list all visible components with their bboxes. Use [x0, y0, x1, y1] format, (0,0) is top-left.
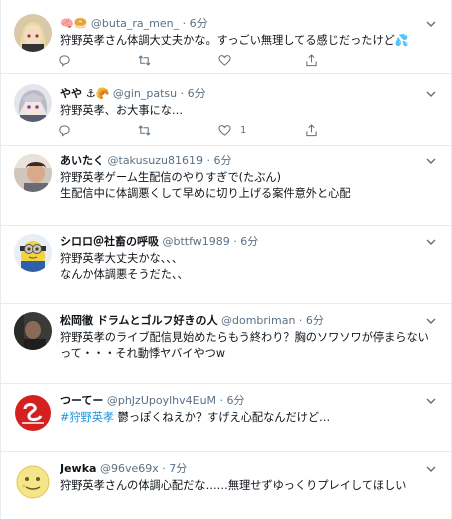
retweet-button[interactable] [138, 124, 151, 138]
display-name[interactable]: Jewka [60, 462, 96, 475]
separator: · [177, 87, 188, 100]
tweet-text-segment: 鬱っぽくねえか？すげえ心配なんだけど… [114, 411, 331, 424]
tweet[interactable]: Jewka @96ve69x · 7分 狩野英孝さんの体調心配だな……無理せずゆ… [1, 452, 451, 519]
retweet-icon [138, 125, 151, 136]
separator: · [229, 235, 241, 248]
handle[interactable]: @gin_patsu [113, 87, 177, 100]
avatar[interactable] [14, 394, 52, 432]
avatar[interactable] [14, 14, 52, 52]
share-button[interactable] [305, 124, 318, 138]
retweet-icon [138, 55, 151, 66]
share-icon [306, 124, 317, 137]
reply-icon [59, 55, 70, 67]
tweet-text: 狩野英孝ゲーム生配信のやりすぎで(たぶん) 生配信中に体調悪くして早めに切り上げ… [60, 170, 441, 202]
timestamp[interactable]: 6分 [214, 154, 232, 167]
like-button[interactable]: 1 [218, 124, 246, 138]
display-name[interactable]: 松岡徹 ドラムとゴルフ好きの人 [60, 314, 218, 327]
tweet-text-line: 狩野英孝大丈夫かな、、、 [60, 252, 184, 265]
tweet-text-line: 狩野英孝のライブ配信見始めたらもう終わり？胸のソワソワが停まらない [60, 331, 429, 344]
separator: · [216, 394, 227, 407]
share-icon [306, 54, 317, 67]
tweet[interactable]: シロロ＠社畜の呼吸 @bttfw1989 · 6分 狩野英孝大丈夫かな、、、 な… [1, 226, 451, 304]
handle[interactable]: @takusuzu81619 [108, 154, 204, 167]
tweet-text-line: 狩野英孝ゲーム生配信のやりすぎで(たぶん) [60, 171, 281, 184]
avatar[interactable] [14, 312, 52, 350]
tweet-header: やや ⚓🥐 @gin_patsu · 6分 [60, 86, 423, 102]
share-button[interactable] [305, 54, 318, 68]
timestamp[interactable]: 6分 [190, 17, 208, 30]
timeline-feed: 🧠🥯 @buta_ra_men_ · 6分 狩野英孝さん体調大丈夫かな。すっごい… [0, 0, 452, 519]
separator: · [295, 314, 306, 327]
tweet-text: 狩野英孝のライブ配信見始めたらもう終わり？胸のソワソワが停まらない って・・・そ… [60, 330, 441, 362]
tweet-text: #狩野英孝 鬱っぽくねえか？すげえ心配なんだけど… [60, 410, 441, 426]
tweet-text-line: 狩野英孝さんの体調心配だな……無理せずゆっくりプレイしてほしい [60, 479, 407, 492]
tweet-text: 狩野英孝さんの体調心配だな……無理せずゆっくりプレイしてほしい [60, 478, 441, 494]
tweet[interactable]: 松岡徹 ドラムとゴルフ好きの人 @dombriman · 6分 狩野英孝のライブ… [1, 304, 451, 384]
timestamp[interactable]: 6分 [306, 314, 324, 327]
reply-button[interactable] [58, 54, 71, 68]
heart-icon [218, 125, 231, 136]
tweet[interactable]: あいたく @takusuzu81619 · 6分 狩野英孝ゲーム生配信のやりすぎ… [1, 146, 451, 226]
tweet-text-line: 狩野英孝さん体調大丈夫かな。すっごい無理してる感じだったけど💦 [60, 34, 409, 47]
separator: · [158, 462, 170, 475]
tweet-text: 狩野英孝さん体調大丈夫かな。すっごい無理してる感じだったけど💦 [60, 33, 441, 49]
timestamp[interactable]: 7分 [169, 462, 187, 475]
chevron-down-icon[interactable] [425, 236, 437, 248]
chevron-down-icon[interactable] [425, 395, 437, 407]
tweet-text-line: 狩野英孝、お大事にな… [60, 104, 184, 117]
avatar[interactable] [14, 234, 52, 272]
tweet-header: 松岡徹 ドラムとゴルフ好きの人 @dombriman · 6分 [60, 313, 423, 329]
display-name[interactable]: 🧠🥯 [60, 17, 87, 30]
display-name[interactable]: やや ⚓🥐 [60, 87, 109, 100]
like-count: 1 [240, 125, 247, 136]
tweet-header: Jewka @96ve69x · 7分 [60, 461, 423, 477]
separator: · [179, 17, 190, 30]
timestamp[interactable]: 6分 [240, 235, 258, 248]
tweet[interactable]: つーてー @phJzUpoylhv4EuM · 6分 #狩野英孝 鬱っぽくねえか… [1, 384, 451, 452]
display-name[interactable]: あいたく [60, 154, 104, 167]
tweet-text-line: 生配信中に体調悪くして早めに切り上げる案件意外と心配 [60, 187, 351, 200]
avatar[interactable] [14, 84, 52, 122]
tweet-header: あいたく @takusuzu81619 · 6分 [60, 153, 423, 169]
tweet-header: つーてー @phJzUpoylhv4EuM · 6分 [60, 393, 423, 409]
tweet-text-line: って・・・それ動悸ヤバイやつw [60, 347, 225, 360]
chevron-down-icon[interactable] [425, 155, 437, 167]
handle[interactable]: @bttfw1989 [163, 235, 230, 248]
avatar[interactable] [14, 154, 52, 192]
tweet[interactable]: やや ⚓🥐 @gin_patsu · 6分 狩野英孝、お大事にな… 1 [1, 74, 451, 146]
display-name[interactable]: シロロ＠社畜の呼吸 [60, 235, 159, 248]
chevron-down-icon[interactable] [425, 315, 437, 327]
hashtag-link[interactable]: #狩野英孝 [60, 411, 114, 424]
tweet-text: 狩野英孝大丈夫かな、、、 なんか体調悪そうだた、、 [60, 251, 441, 283]
handle[interactable]: @96ve69x [100, 462, 159, 475]
separator: · [203, 154, 214, 167]
tweet-text: 狩野英孝、お大事にな… [60, 103, 441, 119]
timestamp[interactable]: 6分 [188, 87, 206, 100]
tweet[interactable]: 🧠🥯 @buta_ra_men_ · 6分 狩野英孝さん体調大丈夫かな。すっごい… [1, 0, 451, 74]
tweet-actions [58, 54, 388, 68]
retweet-button[interactable] [138, 54, 151, 68]
tweet-actions: 1 [58, 124, 388, 138]
avatar[interactable] [14, 462, 52, 500]
timestamp[interactable]: 6分 [227, 394, 245, 407]
reply-button[interactable] [58, 124, 71, 138]
display-name[interactable]: つーてー [60, 394, 103, 407]
reply-icon [59, 125, 70, 137]
handle[interactable]: @phJzUpoylhv4EuM [107, 394, 216, 407]
chevron-down-icon[interactable] [425, 18, 437, 30]
tweet-header: 🧠🥯 @buta_ra_men_ · 6分 [60, 16, 423, 32]
heart-icon [218, 55, 231, 66]
tweet-header: シロロ＠社畜の呼吸 @bttfw1989 · 6分 [60, 234, 423, 250]
chevron-down-icon[interactable] [425, 463, 437, 475]
like-button[interactable] [218, 54, 231, 68]
handle[interactable]: @buta_ra_men_ [91, 17, 179, 30]
tweet-text-line: なんか体調悪そうだた、、 [60, 268, 189, 281]
tweet-text-line: #狩野英孝 鬱っぽくねえか？すげえ心配なんだけど… [60, 410, 441, 426]
chevron-down-icon[interactable] [425, 88, 437, 100]
handle[interactable]: @dombriman [221, 314, 295, 327]
